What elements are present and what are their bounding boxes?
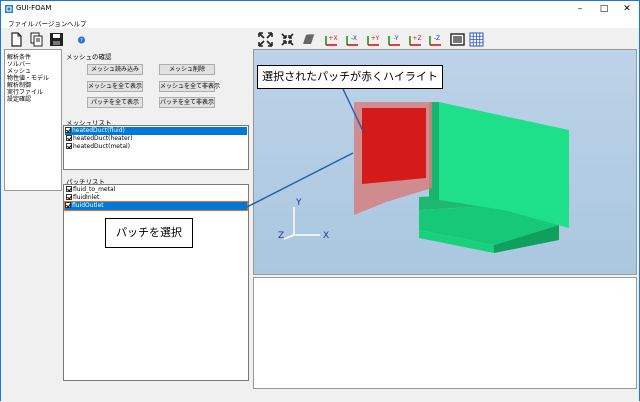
console-output[interactable] <box>253 277 637 389</box>
select-callout: パッチを選択 <box>105 218 193 248</box>
highlight-callout: 選択されたパッチが赤くハイライト <box>257 65 443 89</box>
status-bar <box>1 391 639 401</box>
app-window: GUI-FOAM – □ ✕ ファイル バージョン ヘルプ ? +X -X +Y… <box>0 0 640 401</box>
